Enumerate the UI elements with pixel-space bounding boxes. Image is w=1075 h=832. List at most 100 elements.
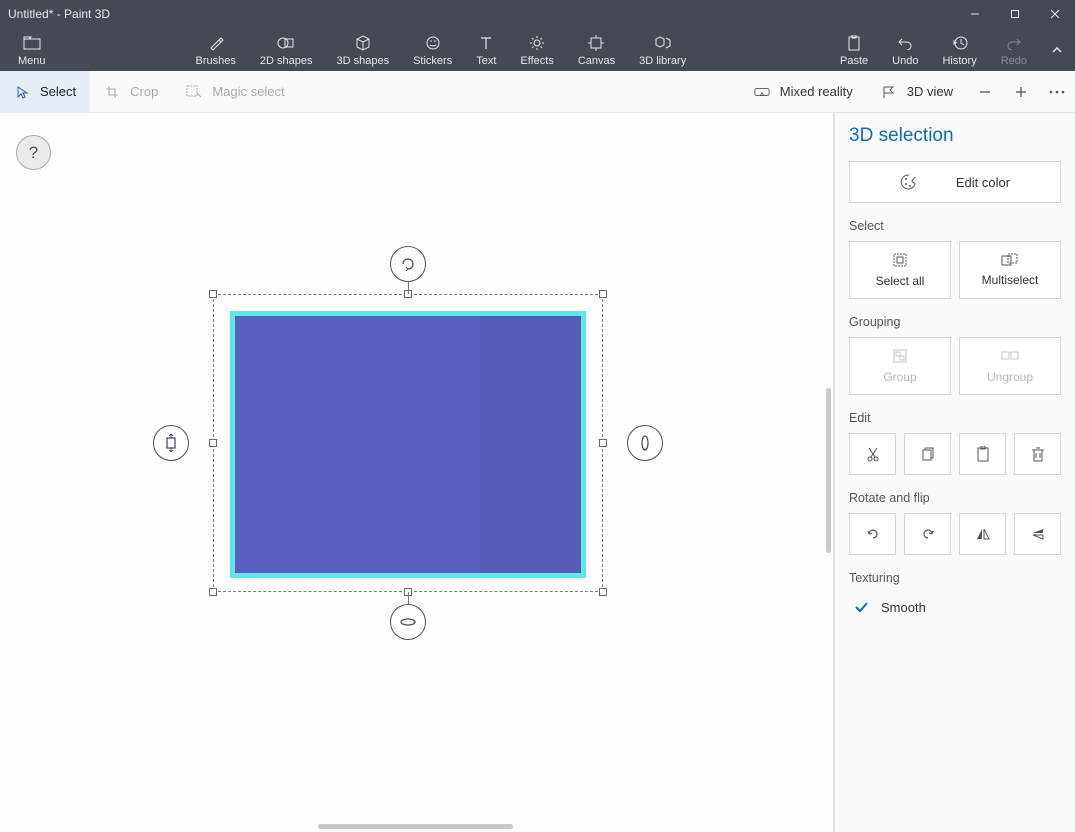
redo-label: Redo — [1001, 55, 1027, 67]
mixed-reality-button[interactable]: Mixed reality — [740, 71, 867, 113]
effects-label: Effects — [520, 55, 553, 67]
edit-color-button[interactable]: Edit color — [849, 161, 1061, 203]
redo-button[interactable]: Redo — [989, 28, 1039, 71]
canvas-tab[interactable]: Canvas — [566, 28, 627, 71]
mixed-reality-icon — [754, 84, 770, 100]
mixed-reality-label: Mixed reality — [780, 84, 853, 99]
3d-shapes-label: 3D shapes — [336, 55, 389, 67]
vertical-scrollbar[interactable] — [826, 388, 831, 553]
rotate-z-handle[interactable] — [390, 604, 426, 640]
multiselect-label: Multiselect — [982, 273, 1039, 287]
history-button[interactable]: History — [930, 28, 988, 71]
rotate-flip-section-label: Rotate and flip — [849, 491, 1061, 505]
depth-handle[interactable] — [153, 425, 189, 461]
close-button[interactable] — [1035, 0, 1075, 28]
grouping-section-label: Grouping — [849, 315, 1061, 329]
3d-view-button[interactable]: 3D view — [867, 71, 967, 113]
history-label: History — [942, 55, 976, 67]
ungroup-button[interactable]: Ungroup — [959, 337, 1061, 395]
rotate-x-handle[interactable] — [390, 246, 426, 282]
maximize-button[interactable] — [995, 0, 1035, 28]
group-icon — [892, 348, 908, 364]
canvas-label: Canvas — [578, 55, 615, 67]
rotate-ccw-icon — [865, 526, 881, 542]
canvas[interactable]: ? — [0, 113, 834, 832]
help-button[interactable]: ? — [16, 135, 51, 170]
brushes-tab[interactable]: Brushes — [184, 28, 248, 71]
rotate-cw-button[interactable] — [904, 513, 951, 555]
magic-select-tool[interactable]: Magic select — [172, 71, 298, 113]
paste-panel-button[interactable] — [959, 433, 1006, 475]
crop-tool[interactable]: Crop — [90, 71, 172, 113]
multiselect-icon — [1001, 253, 1019, 267]
group-button[interactable]: Group — [849, 337, 951, 395]
side-panel: 3D selection Edit color Select Select al… — [834, 113, 1075, 832]
selection-frame[interactable] — [213, 294, 603, 592]
horizontal-scrollbar[interactable] — [318, 824, 513, 829]
select-all-button[interactable]: Select all — [849, 241, 951, 299]
flip-vertical-button[interactable] — [1014, 513, 1061, 555]
flip-v-icon — [1030, 527, 1046, 541]
help-label: ? — [29, 143, 38, 163]
resize-handle-tr[interactable] — [599, 290, 607, 298]
magic-select-label: Magic select — [212, 84, 284, 99]
3d-view-label: 3D view — [907, 84, 953, 99]
rotate-y-handle[interactable] — [627, 425, 663, 461]
zoom-out-button[interactable] — [967, 71, 1003, 113]
text-icon — [479, 33, 493, 53]
delete-icon — [1031, 446, 1045, 462]
cut-icon — [866, 446, 880, 462]
palette-icon — [900, 173, 918, 191]
shapes-3d-icon — [355, 33, 371, 53]
effects-tab[interactable]: Effects — [508, 28, 565, 71]
ungroup-icon — [1001, 348, 1019, 364]
flip-horizontal-button[interactable] — [959, 513, 1006, 555]
rotate-ccw-button[interactable] — [849, 513, 896, 555]
select-all-label: Select all — [876, 274, 925, 288]
title-bar: Untitled* - Paint 3D — [0, 0, 1075, 28]
resize-handle-ml[interactable] — [209, 439, 217, 447]
edit-color-label: Edit color — [956, 175, 1010, 190]
minimize-button[interactable] — [955, 0, 995, 28]
delete-button[interactable] — [1014, 433, 1061, 475]
smooth-label: Smooth — [881, 600, 926, 615]
copy-button[interactable] — [904, 433, 951, 475]
paste-label: Paste — [840, 55, 868, 67]
stickers-icon — [425, 33, 441, 53]
edit-section-label: Edit — [849, 411, 1061, 425]
paste-button[interactable]: Paste — [828, 28, 880, 71]
resize-handle-br[interactable] — [599, 588, 607, 596]
2d-shapes-tab[interactable]: 2D shapes — [248, 28, 325, 71]
rotate-stem-top — [408, 280, 409, 294]
2d-shapes-label: 2D shapes — [260, 55, 313, 67]
select-tool[interactable]: Select — [0, 71, 90, 113]
3d-library-tab[interactable]: 3D library — [627, 28, 698, 71]
group-label: Group — [883, 370, 916, 384]
smooth-checkbox[interactable]: Smooth — [849, 593, 1061, 621]
copy-icon — [921, 446, 935, 462]
zoom-in-button[interactable] — [1003, 71, 1039, 113]
resize-handle-mr[interactable] — [599, 439, 607, 447]
collapse-ribbon-button[interactable] — [1039, 28, 1075, 71]
more-button[interactable] — [1039, 71, 1075, 113]
library-icon — [654, 33, 672, 53]
text-tab[interactable]: Text — [464, 28, 508, 71]
paste-icon — [847, 33, 861, 53]
texturing-section-label: Texturing — [849, 571, 1061, 585]
canvas-icon — [588, 33, 604, 53]
menu-button[interactable]: Menu — [0, 28, 64, 71]
stickers-label: Stickers — [413, 55, 452, 67]
ribbon: Menu Brushes 2D shapes 3D shapes Sticker… — [0, 28, 1075, 71]
undo-button[interactable]: Undo — [880, 28, 930, 71]
multiselect-button[interactable]: Multiselect — [959, 241, 1061, 299]
undo-icon — [897, 33, 913, 53]
selection-border — [213, 294, 603, 592]
cut-button[interactable] — [849, 433, 896, 475]
rotate-cw-icon — [920, 526, 936, 542]
resize-handle-tl[interactable] — [209, 290, 217, 298]
stickers-tab[interactable]: Stickers — [401, 28, 464, 71]
select-section-label: Select — [849, 219, 1061, 233]
3d-shapes-tab[interactable]: 3D shapes — [324, 28, 401, 71]
crop-icon — [104, 84, 120, 100]
resize-handle-bl[interactable] — [209, 588, 217, 596]
